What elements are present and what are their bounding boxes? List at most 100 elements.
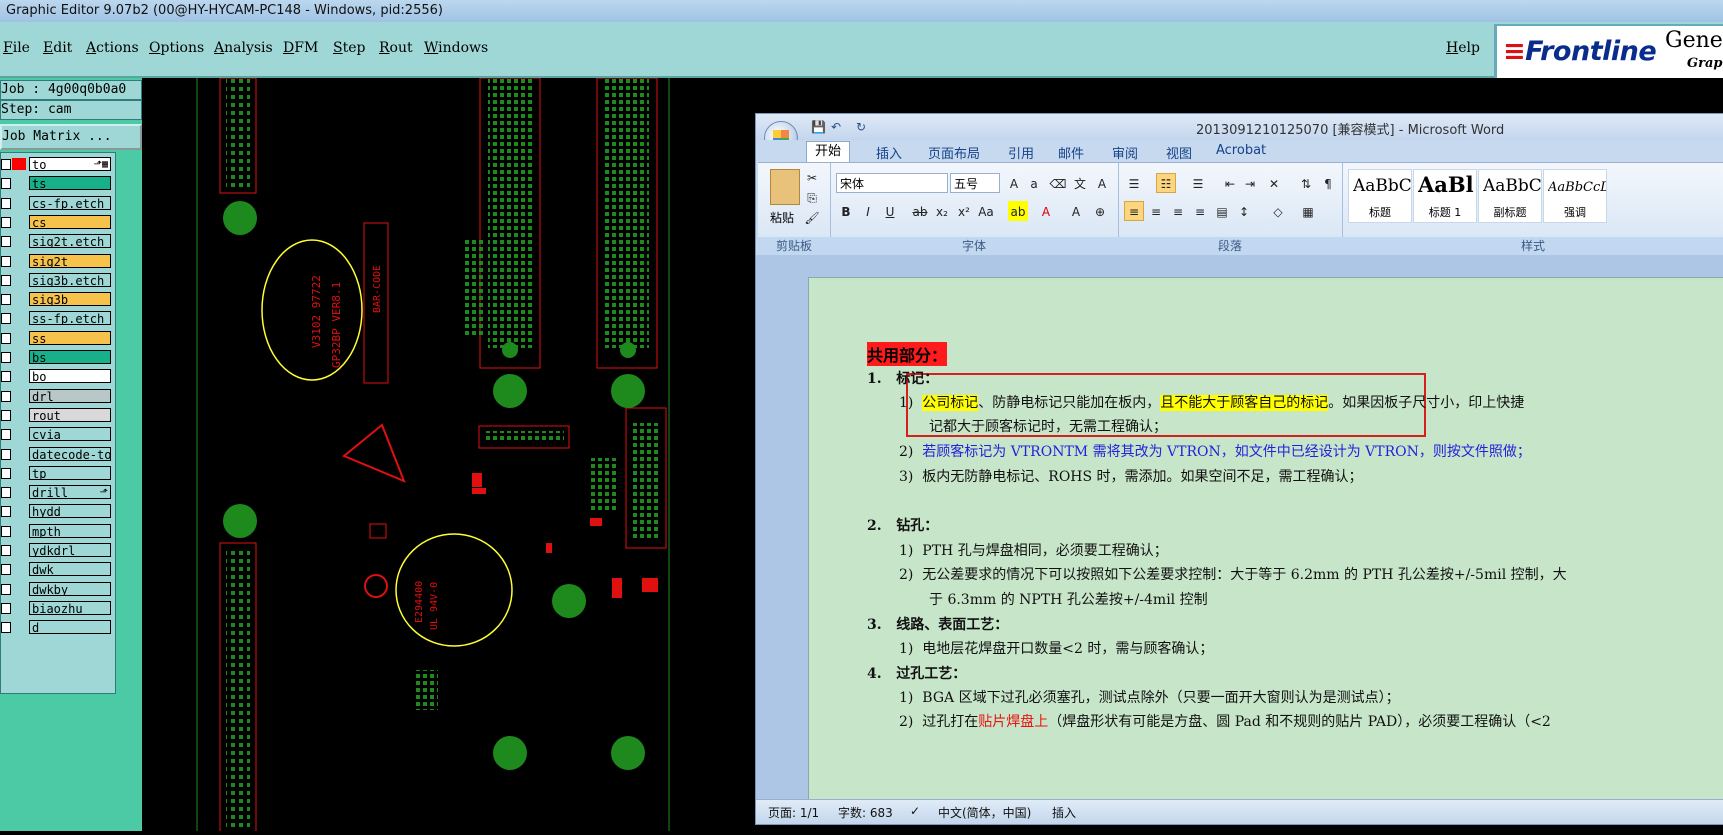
layer-name[interactable]: tp bbox=[29, 465, 111, 480]
layer-row[interactable]: drl bbox=[1, 388, 115, 403]
layer-checkbox[interactable] bbox=[1, 409, 11, 421]
superscript-icon[interactable]: x² bbox=[954, 201, 974, 221]
menu-actions[interactable]: Actions bbox=[86, 40, 139, 56]
font-color-icon[interactable]: A bbox=[1036, 201, 1056, 221]
copy-icon[interactable]: ⎘ bbox=[802, 187, 822, 207]
layer-checkbox[interactable] bbox=[1, 506, 11, 518]
menu-edit[interactable]: Edit bbox=[43, 40, 72, 56]
tab-view[interactable]: 视图 bbox=[1166, 143, 1192, 162]
tab-acrobat[interactable]: Acrobat bbox=[1216, 143, 1266, 158]
layer-name[interactable]: drill ⬏ bbox=[29, 485, 111, 500]
format-painter-icon[interactable]: 🖌 bbox=[802, 207, 822, 227]
layer-name[interactable]: bs bbox=[29, 350, 111, 364]
style-subtitle[interactable]: AaBbC 副标题 bbox=[1478, 169, 1542, 223]
menu-windows[interactable]: Windows bbox=[424, 40, 488, 56]
layer-name[interactable]: sig3b bbox=[29, 292, 111, 307]
layer-checkbox[interactable] bbox=[1, 525, 11, 537]
layer-row[interactable]: ts bbox=[1, 176, 115, 191]
distributed-icon[interactable]: ▤ bbox=[1212, 201, 1232, 221]
layer-name[interactable]: mpth bbox=[29, 523, 111, 538]
layer-checkbox[interactable] bbox=[1, 467, 11, 479]
highlight-icon[interactable]: ab bbox=[1008, 201, 1028, 221]
layer-name[interactable]: to ⬏▦ bbox=[29, 157, 111, 171]
layer-checkbox[interactable] bbox=[1, 216, 11, 228]
layer-name[interactable]: cs-fp.etch bbox=[29, 195, 111, 210]
save-icon[interactable]: 💾 bbox=[811, 120, 826, 134]
tab-references[interactable]: 引用 bbox=[1008, 143, 1034, 162]
undo-icon[interactable]: ↶ bbox=[831, 120, 841, 134]
tab-home[interactable]: 开始 bbox=[806, 141, 851, 162]
layer-name[interactable]: rout bbox=[29, 407, 111, 422]
layer-row[interactable]: datecode-to bbox=[1, 446, 115, 461]
menu-rout[interactable]: Rout bbox=[379, 40, 413, 56]
layer-row[interactable]: dwk bbox=[1, 562, 115, 577]
tab-page-layout[interactable]: 页面布局 bbox=[928, 143, 980, 162]
layer-checkbox[interactable] bbox=[1, 602, 11, 614]
layer-checkbox[interactable] bbox=[1, 255, 11, 267]
font-name-combo[interactable]: 宋体 bbox=[836, 173, 948, 193]
layer-row[interactable]: dwkby bbox=[1, 581, 115, 596]
layer-name[interactable]: drl bbox=[29, 388, 111, 403]
layer-name[interactable]: ts bbox=[29, 176, 111, 191]
tab-insert[interactable]: 插入 bbox=[876, 143, 902, 162]
layer-row[interactable]: bs bbox=[1, 350, 115, 364]
redo-icon[interactable]: ↻ bbox=[856, 120, 866, 134]
layer-name[interactable]: cvia bbox=[29, 427, 111, 442]
increase-indent-icon[interactable]: ⇥ bbox=[1240, 173, 1260, 193]
layer-checkbox[interactable] bbox=[1, 197, 11, 209]
layer-checkbox[interactable] bbox=[1, 564, 11, 576]
layer-row[interactable]: drill ⬏ bbox=[1, 485, 115, 500]
layer-checkbox[interactable] bbox=[1, 390, 11, 402]
layer-name[interactable]: sig2t.etch bbox=[29, 234, 111, 249]
enclose-char-icon[interactable]: ⊕ bbox=[1090, 201, 1110, 221]
underline-icon[interactable]: U bbox=[880, 201, 900, 221]
italic-icon[interactable]: I bbox=[858, 201, 878, 221]
layer-row[interactable]: sig2t bbox=[1, 253, 115, 268]
layer-row[interactable]: hydd bbox=[1, 504, 115, 519]
line-spacing-icon[interactable]: ↕ bbox=[1234, 201, 1254, 221]
bold-icon[interactable]: B bbox=[836, 201, 856, 221]
layer-name[interactable]: bo bbox=[29, 369, 111, 384]
layer-name[interactable]: ss-fp.etch bbox=[29, 311, 111, 326]
layer-row[interactable]: ydkdrl bbox=[1, 543, 115, 557]
layer-name[interactable]: sig2t bbox=[29, 253, 111, 268]
shading-icon[interactable]: ◇ bbox=[1268, 201, 1288, 221]
layer-row[interactable]: d bbox=[1, 620, 115, 635]
layer-name[interactable]: hydd bbox=[29, 504, 111, 519]
layer-name[interactable]: sig3b.etch bbox=[29, 272, 111, 287]
status-language[interactable]: 中文(简体，中国) bbox=[938, 804, 1031, 821]
layer-row[interactable]: sig3b.etch bbox=[1, 272, 115, 287]
layer-checkbox[interactable] bbox=[1, 313, 11, 325]
job-matrix-button[interactable]: Job Matrix ... bbox=[0, 124, 142, 150]
subscript-icon[interactable]: x₂ bbox=[932, 201, 952, 221]
layer-row[interactable]: sig2t.etch bbox=[1, 234, 115, 249]
layer-checkbox[interactable] bbox=[1, 448, 11, 460]
clear-format-icon[interactable]: ⌫ bbox=[1048, 173, 1068, 193]
status-words[interactable]: 字数: 683 bbox=[838, 804, 893, 821]
layer-row[interactable]: tp bbox=[1, 465, 115, 480]
numbering-icon[interactable]: ☷ bbox=[1156, 173, 1176, 193]
shrink-font-icon[interactable]: a bbox=[1024, 173, 1044, 193]
justify-icon[interactable]: ≡ bbox=[1190, 201, 1210, 221]
layer-checkbox[interactable] bbox=[1, 352, 11, 363]
layer-checkbox[interactable] bbox=[1, 487, 11, 499]
font-size-combo[interactable]: 五号 bbox=[950, 173, 1000, 193]
char-border-icon[interactable]: A bbox=[1092, 173, 1112, 193]
paste-icon[interactable] bbox=[770, 169, 800, 205]
sort-icon[interactable]: ⇅ bbox=[1296, 173, 1316, 193]
style-title[interactable]: AaBbC 标题 bbox=[1348, 169, 1412, 223]
menu-file[interactable]: File bbox=[3, 40, 30, 56]
decrease-indent-icon[interactable]: ⇤ bbox=[1220, 173, 1240, 193]
layer-checkbox[interactable] bbox=[1, 294, 11, 306]
layer-checkbox[interactable] bbox=[1, 622, 11, 634]
layer-checkbox[interactable] bbox=[1, 583, 11, 595]
multilevel-list-icon[interactable]: ☰ bbox=[1188, 173, 1208, 193]
menu-analysis[interactable]: Analysis bbox=[214, 40, 273, 56]
align-center-icon[interactable]: ≡ bbox=[1146, 201, 1166, 221]
layer-checkbox[interactable] bbox=[1, 545, 11, 556]
paste-label[interactable]: 粘贴 bbox=[770, 209, 794, 226]
layer-name[interactable]: ydkdrl bbox=[29, 543, 111, 557]
phonetic-icon[interactable]: 文 bbox=[1070, 173, 1090, 193]
bullets-icon[interactable]: ☰ bbox=[1124, 173, 1144, 193]
layer-checkbox[interactable] bbox=[1, 178, 11, 190]
